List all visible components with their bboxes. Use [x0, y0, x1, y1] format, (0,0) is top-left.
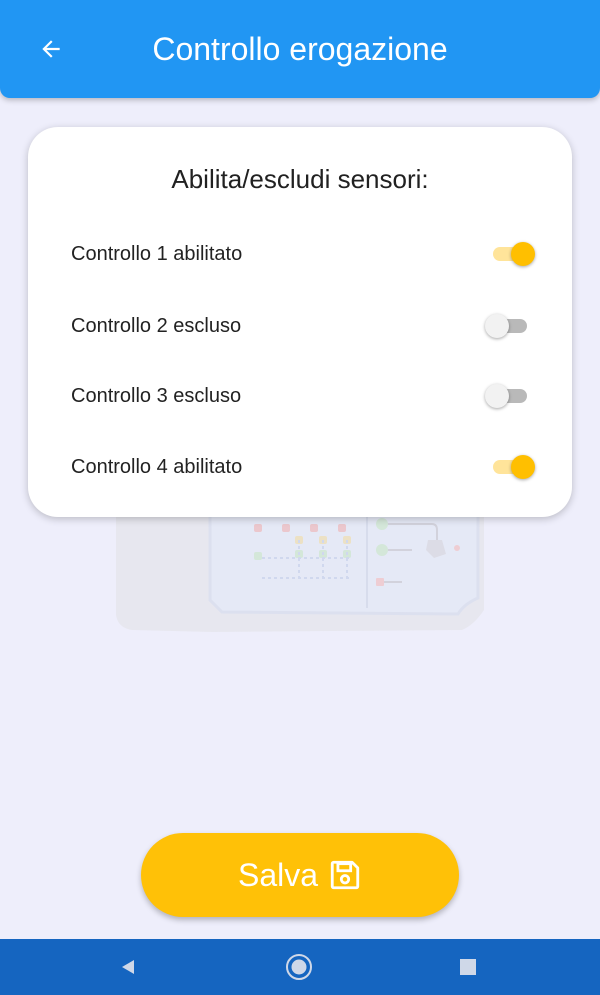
switch-thumb [511, 242, 535, 266]
back-triangle-icon [122, 960, 134, 974]
sensor-1-toggle[interactable] [489, 240, 535, 268]
sensor-3-toggle[interactable] [485, 382, 531, 410]
nav-recents-button[interactable] [448, 947, 488, 987]
device-illustration [116, 505, 484, 632]
switch-label: Controllo 2 escluso [71, 314, 242, 337]
sensor-row-4: Controllo 4 abilitato [71, 442, 535, 492]
switch-thumb [511, 455, 535, 479]
card-title: Abilita/escludi sensori: [171, 164, 429, 194]
save-button-label: Salva [237, 856, 319, 893]
app-bar: Controllo erogazione [0, 0, 600, 98]
screen: Controllo erogazione Abilita/escludi sen… [0, 0, 600, 995]
sensor-settings-card: Abilita/escludi sensori: Controllo 1 abi… [28, 127, 572, 517]
floppy-disk-icon [330, 860, 360, 890]
save-button[interactable]: Salva [141, 833, 459, 917]
switch-thumb [485, 384, 509, 408]
switch-label: Controllo 4 abilitato [71, 455, 243, 478]
sensor-row-2: Controllo 2 escluso [71, 301, 531, 351]
recents-square-icon [460, 959, 476, 975]
switch-label: Controllo 1 abilitato [71, 242, 243, 265]
sensor-row-3: Controllo 3 escluso [71, 371, 531, 421]
page-title: Controllo erogazione [152, 31, 448, 67]
sensor-4-toggle[interactable] [489, 453, 535, 481]
home-circle-icon [286, 954, 312, 980]
switch-label: Controllo 3 escluso [71, 384, 242, 407]
sensor-2-toggle[interactable] [485, 312, 531, 340]
sensor-row-1: Controllo 1 abilitato [71, 229, 535, 279]
nav-back-button[interactable] [108, 947, 148, 987]
switch-thumb [485, 314, 509, 338]
nav-home-button[interactable] [279, 947, 319, 987]
system-navigation-bar [0, 939, 600, 995]
